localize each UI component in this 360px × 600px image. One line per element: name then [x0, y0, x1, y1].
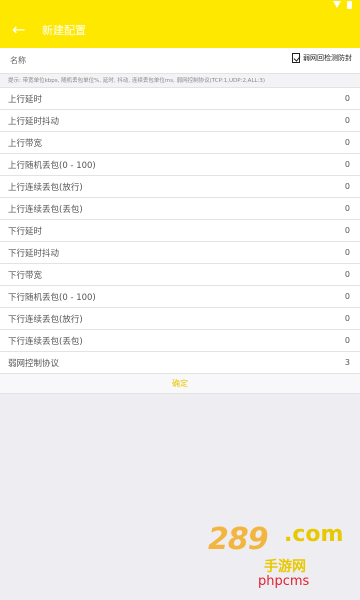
watermark-number: 289 — [208, 522, 269, 557]
setting-value[interactable]: 0 — [345, 226, 350, 235]
setting-label: 上行带宽 — [8, 138, 43, 149]
battery-icon — [347, 1, 352, 9]
confirm-button[interactable]: 确定 — [0, 374, 360, 394]
wifi-icon — [333, 1, 341, 8]
setting-row-down-random-loss[interactable]: 下行随机丢包(0 - 100) 0 — [0, 286, 360, 308]
setting-value[interactable]: 0 — [345, 314, 350, 323]
config-form: 名称 弱网回检测防封 提示: 带宽单位kbps, 随机丢包单位%, 延时, 抖动… — [0, 48, 360, 394]
setting-value[interactable]: 3 — [345, 358, 350, 367]
setting-value[interactable]: 0 — [345, 270, 350, 279]
watermark-suffix: .com — [284, 522, 344, 547]
toolbar: ← 新建配置 — [0, 12, 360, 48]
footer-watermark: phpcms — [258, 574, 310, 589]
setting-row-down-burst-drop[interactable]: 下行连续丢包(丢包) 0 — [0, 330, 360, 352]
setting-value[interactable]: 0 — [345, 248, 350, 257]
setting-value[interactable]: 0 — [345, 336, 350, 345]
name-label: 名称 — [10, 56, 26, 65]
setting-label: 弱网控制协议 — [8, 358, 60, 369]
setting-label: 上行延时 — [8, 94, 43, 105]
checkbox-label: 弱网回检测防封 — [303, 54, 352, 62]
setting-value[interactable]: 0 — [345, 116, 350, 125]
watermark-sub: 手游网 — [264, 559, 306, 575]
setting-label: 下行连续丢包(放行) — [8, 314, 83, 325]
setting-row-up-random-loss[interactable]: 上行随机丢包(0 - 100) 0 — [0, 154, 360, 176]
setting-label: 上行随机丢包(0 - 100) — [8, 160, 96, 171]
setting-label: 下行随机丢包(0 - 100) — [8, 292, 96, 303]
setting-label: 上行连续丢包(放行) — [8, 182, 83, 193]
setting-label: 下行延时抖动 — [8, 248, 60, 259]
setting-row-down-burst-pass[interactable]: 下行连续丢包(放行) 0 — [0, 308, 360, 330]
setting-label: 上行延时抖动 — [8, 116, 60, 127]
status-icons — [333, 1, 352, 9]
checkbox-icon[interactable] — [292, 53, 300, 63]
page-title: 新建配置 — [42, 24, 86, 37]
setting-label: 下行带宽 — [8, 270, 43, 281]
setting-row-up-delay[interactable]: 上行延时 0 — [0, 88, 360, 110]
setting-value[interactable]: 0 — [345, 292, 350, 301]
setting-value[interactable]: 0 — [345, 94, 350, 103]
setting-row-up-burst-drop[interactable]: 上行连续丢包(丢包) 0 — [0, 198, 360, 220]
setting-row-down-jitter[interactable]: 下行延时抖动 0 — [0, 242, 360, 264]
setting-row-up-burst-pass[interactable]: 上行连续丢包(放行) 0 — [0, 176, 360, 198]
hint-text: 提示: 带宽单位kbps, 随机丢包单位%, 延时, 抖动, 连续丢包单位ms,… — [0, 74, 360, 88]
arrow-left-icon[interactable]: ← — [12, 22, 38, 38]
setting-row-down-delay[interactable]: 下行延时 0 — [0, 220, 360, 242]
setting-value[interactable]: 0 — [345, 204, 350, 213]
setting-row-up-jitter[interactable]: 上行延时抖动 0 — [0, 110, 360, 132]
setting-label: 上行连续丢包(丢包) — [8, 204, 83, 215]
watermark-logo: 289 .com 手游网 — [188, 520, 343, 580]
setting-value[interactable]: 0 — [345, 138, 350, 147]
setting-value[interactable]: 0 — [345, 160, 350, 169]
anti-block-checkbox-group[interactable]: 弱网回检测防封 — [292, 53, 352, 63]
confirm-label: 确定 — [172, 379, 188, 388]
setting-row-up-bandwidth[interactable]: 上行带宽 0 — [0, 132, 360, 154]
setting-row-down-bandwidth[interactable]: 下行带宽 0 — [0, 264, 360, 286]
setting-value[interactable]: 0 — [345, 182, 350, 191]
setting-row-protocol[interactable]: 弱网控制协议 3 — [0, 352, 360, 374]
setting-label: 下行连续丢包(丢包) — [8, 336, 83, 347]
setting-label: 下行延时 — [8, 226, 43, 237]
name-row[interactable]: 名称 弱网回检测防封 — [0, 48, 360, 74]
settings-list: 上行延时 0 上行延时抖动 0 上行带宽 0 上行随机丢包(0 - 100) 0 上行连… — [0, 88, 360, 374]
status-bar — [0, 0, 360, 12]
